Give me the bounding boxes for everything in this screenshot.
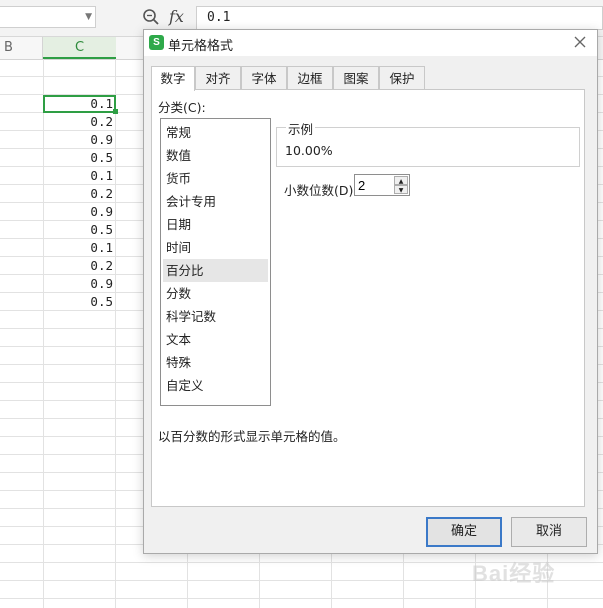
tab-number[interactable]: 数字 <box>151 66 195 91</box>
category-item-general[interactable]: 常规 <box>161 121 270 144</box>
dialog-title: 单元格格式 <box>168 39 234 54</box>
cell[interactable]: 0.1 <box>43 239 116 257</box>
category-item-custom[interactable]: 自定义 <box>161 374 270 397</box>
cell[interactable]: 0.5 <box>43 221 116 239</box>
cell[interactable]: 0.9 <box>43 131 116 149</box>
tab-alignment[interactable]: 对齐 <box>195 66 241 90</box>
cell[interactable]: 0.2 <box>43 185 116 203</box>
number-tab-panel: 分类(C): 常规 数值 货币 会计专用 日期 时间 百分比 分数 科学记数 文… <box>151 89 585 507</box>
decimal-places-stepper[interactable]: ▲ ▼ <box>354 174 410 196</box>
category-item-number[interactable]: 数值 <box>161 144 270 167</box>
wps-logo-icon: S <box>149 35 164 50</box>
column-header-b[interactable]: B <box>0 37 43 59</box>
baidu-watermark: Bai经验 <box>472 556 555 588</box>
decimal-places-input[interactable] <box>355 175 393 195</box>
cell[interactable]: 0.2 <box>43 257 116 275</box>
category-item-scientific[interactable]: 科学记数 <box>161 305 270 328</box>
fx-icon[interactable]: fx <box>169 7 184 26</box>
format-description: 以百分数的形式显示单元格的值。 <box>158 429 346 444</box>
category-item-special[interactable]: 特殊 <box>161 351 270 374</box>
category-item-accounting[interactable]: 会计专用 <box>161 190 270 213</box>
tab-border[interactable]: 边框 <box>287 66 333 90</box>
sample-group: 10.00% <box>276 127 580 167</box>
cell[interactable]: 0.2 <box>43 113 116 131</box>
cell-c6[interactable]: 0.1 <box>43 95 118 114</box>
cell[interactable]: 0.5 <box>43 149 116 167</box>
cell[interactable]: 0.5 <box>43 293 116 311</box>
formula-input[interactable]: 0.1 <box>196 6 603 30</box>
column-c-cells: 0.1 0.2 0.9 0.5 0.1 0.2 0.9 0.5 0.1 0.2 … <box>43 95 118 311</box>
dialog-titlebar[interactable]: S 单元格格式 <box>144 30 597 56</box>
spin-up-icon[interactable]: ▲ <box>394 176 408 185</box>
tab-font[interactable]: 字体 <box>241 66 287 90</box>
name-box[interactable]: ▼ <box>0 6 96 28</box>
tab-pattern[interactable]: 图案 <box>333 66 379 90</box>
category-item-percentage[interactable]: 百分比 <box>163 259 268 282</box>
category-list[interactable]: 常规 数值 货币 会计专用 日期 时间 百分比 分数 科学记数 文本 特殊 自定… <box>160 118 271 406</box>
category-item-currency[interactable]: 货币 <box>161 167 270 190</box>
cell[interactable]: 0.9 <box>43 275 116 293</box>
category-item-time[interactable]: 时间 <box>161 236 270 259</box>
spin-down-icon[interactable]: ▼ <box>394 185 408 194</box>
chevron-down-icon[interactable]: ▼ <box>85 12 92 22</box>
tab-protection[interactable]: 保护 <box>379 66 425 90</box>
cancel-button[interactable]: 取消 <box>511 517 587 547</box>
category-item-date[interactable]: 日期 <box>161 213 270 236</box>
sample-value: 10.00% <box>285 143 333 158</box>
decimal-places-label: 小数位数(D): <box>284 183 358 198</box>
ok-button[interactable]: 确定 <box>426 517 502 547</box>
sample-title: 示例 <box>286 119 316 138</box>
column-header-c[interactable]: C <box>43 37 116 59</box>
category-item-text[interactable]: 文本 <box>161 328 270 351</box>
cell[interactable]: 0.1 <box>43 167 116 185</box>
close-icon[interactable] <box>571 33 589 51</box>
format-cells-dialog: S 单元格格式 数字 对齐 字体 边框 图案 保护 分类(C): 常规 数值 货… <box>143 29 598 554</box>
zoom-icon[interactable] <box>142 8 160 26</box>
category-item-fraction[interactable]: 分数 <box>161 282 270 305</box>
watermark-text: Bai经验 <box>472 561 556 586</box>
category-label: 分类(C): <box>158 100 206 115</box>
cell[interactable]: 0.9 <box>43 203 116 221</box>
